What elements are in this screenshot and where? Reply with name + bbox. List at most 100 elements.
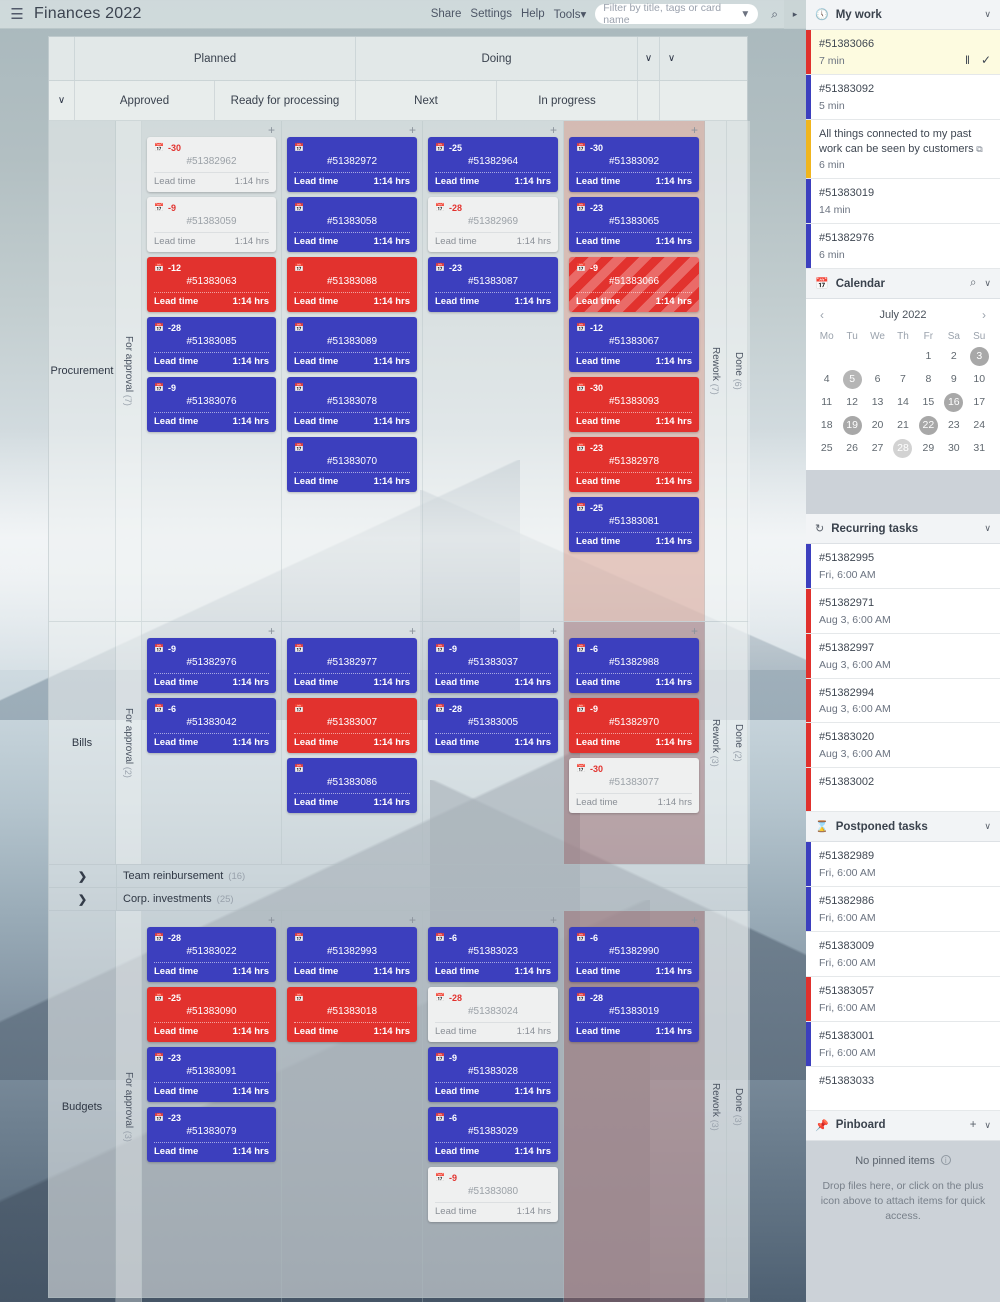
board-card[interactable]: 📅 -23 #51383065 Lead time 1:14 hrs [569,197,699,252]
list-item[interactable]: #51383057 Fri, 6:00 AM [806,976,1000,1022]
board-card[interactable]: 📅 -9 #51382970 Lead time 1:14 hrs [569,698,699,753]
list-item[interactable]: #51383009 Fri, 6:00 AM [806,931,1000,977]
calendar-day[interactable]: 27 [865,437,890,460]
calendar-day[interactable]: 21 [890,414,915,437]
cell-in-progress[interactable]: + 📅 -6 #51382988 Lead time 1:14 hrs 📅 -9 #513829… [564,622,705,864]
group-header-rework-chevron[interactable]: ∨ [638,37,660,80]
cell-in-progress[interactable]: + 📅 -6 #51382990 Lead time 1:14 hrs 📅 -28 #51383… [564,911,705,1302]
board-card[interactable]: 📅 -25 #51382964 Lead time 1:14 hrs [428,137,558,192]
info-icon[interactable]: i [940,1154,951,1165]
list-item[interactable]: #51383092 5 min [806,74,1000,120]
collapsed-column-done[interactable]: Done (6) [727,121,750,621]
check-icon[interactable]: ✓ [981,53,991,67]
board-card[interactable]: 📅 -6 #51382990 Lead time 1:14 hrs [569,927,699,982]
settings-link[interactable]: Settings [470,8,512,20]
cell-ready-for-processing[interactable]: + 📅 #51382977 Lead time 1:14 hrs 📅 #51383007 Le… [282,622,423,864]
tools-menu[interactable]: Tools▾ [554,7,587,21]
pause-icon[interactable]: ‖ [965,53,970,67]
list-item[interactable]: #51382989 Fri, 6:00 AM [806,842,1000,888]
calendar-day[interactable]: 22 [916,414,941,437]
board-card[interactable]: 📅 -23 #51382978 Lead time 1:14 hrs [569,437,699,492]
calendar-day[interactable]: 16 [941,391,966,414]
expand-panel-button[interactable]: ▸ [784,0,806,29]
board-card[interactable]: 📅 -28 #51383022 Lead time 1:14 hrs [147,927,276,982]
board-card[interactable]: 📅 -12 #51383067 Lead time 1:14 hrs [569,317,699,372]
calendar-next-button[interactable]: › [982,308,986,322]
list-item[interactable]: All things connected to my past work can… [806,119,1000,180]
add-card-button[interactable]: + [268,624,275,638]
board-card[interactable]: 📅 -28 #51382969 Lead time 1:14 hrs [428,197,558,252]
list-item[interactable]: #51383066 7 min ‖ ✓ [806,30,1000,75]
calendar-day[interactable]: 29 [916,437,941,460]
board-card[interactable]: 📅 -9 #51383080 Lead time 1:14 hrs [428,1167,558,1222]
calendar-day[interactable]: 23 [941,414,966,437]
calendar-day[interactable]: 6 [865,368,890,391]
list-item[interactable]: #51382971 Aug 3, 6:00 AM [806,588,1000,634]
board-card[interactable]: 📅 #51383058 Lead time 1:14 hrs [287,197,417,252]
board-card[interactable]: 📅 #51383088 Lead time 1:14 hrs [287,257,417,312]
board-card[interactable]: 📅 #51383070 Lead time 1:14 hrs [287,437,417,492]
board-card[interactable]: 📅 #51383089 Lead time 1:14 hrs [287,317,417,372]
help-link[interactable]: Help [521,8,545,20]
calendar-day[interactable]: 20 [865,414,890,437]
add-card-button[interactable]: + [268,913,275,927]
calendar-day[interactable]: 24 [967,414,992,437]
collapsed-column-done[interactable]: Done (3) [727,911,750,1302]
add-card-button[interactable]: + [409,624,416,638]
add-card-button[interactable]: + [550,123,557,137]
list-item[interactable]: #51382986 Fri, 6:00 AM [806,887,1000,932]
share-link[interactable]: Share [431,8,462,20]
calendar-day[interactable]: 19 [839,414,864,437]
board-card[interactable]: 📅 #51382972 Lead time 1:14 hrs [287,137,417,192]
board-card[interactable]: 📅 #51383018 Lead time 1:14 hrs [287,987,417,1042]
chevron-down-icon[interactable]: ∨ [984,1120,991,1131]
add-card-button[interactable]: + [691,123,698,137]
board-card[interactable]: 📅 -9 #51383066 Lead time 1:14 hrs [569,257,699,312]
list-item[interactable]: #51382997 Aug 3, 6:00 AM [806,633,1000,679]
board-card[interactable]: 📅 -23 #51383087 Lead time 1:14 hrs [428,257,558,312]
search-icon[interactable]: ⌕ [767,7,782,22]
recurring-tasks-header[interactable]: ↻ Recurring tasks ∨ [806,514,1000,545]
calendar-day[interactable]: 3 [967,345,992,368]
board-card[interactable]: 📅 -23 #51383079 Lead time 1:14 hrs [147,1107,276,1162]
list-item[interactable]: #51383001 Fri, 6:00 AM [806,1021,1000,1067]
add-card-button[interactable]: + [691,913,698,927]
board-card[interactable]: 📅 -9 #51383037 Lead time 1:14 hrs [428,638,558,693]
expand-swimlane-icon[interactable]: ❯ [49,870,116,883]
board-card[interactable]: 📅 -28 #51383019 Lead time 1:14 hrs [569,987,699,1042]
calendar-search-icon[interactable]: ⌕ [970,277,976,290]
board-card[interactable]: 📅 -9 #51383059 Lead time 1:14 hrs [147,197,276,252]
calendar-day[interactable]: 30 [941,437,966,460]
pinboard-add-button[interactable]: + [970,1119,977,1131]
board-card[interactable]: 📅 -25 #51383081 Lead time 1:14 hrs [569,497,699,552]
cell-approved[interactable]: + 📅 -30 #51382962 Lead time 1:14 hrs 📅 -9 #51383… [142,121,282,621]
chevron-down-icon[interactable]: ∨ [984,821,991,832]
my-work-header[interactable]: 🕔 My work ∨ [806,0,1000,30]
postponed-tasks-header[interactable]: ⌛ Postponed tasks ∨ [806,812,1000,843]
board-card[interactable]: 📅 -28 #51383085 Lead time 1:14 hrs [147,317,276,372]
calendar-day[interactable]: 10 [967,368,992,391]
calendar-day[interactable]: 25 [814,437,839,460]
calendar-day[interactable]: 31 [967,437,992,460]
add-card-button[interactable]: + [691,624,698,638]
board-card[interactable]: 📅 -9 #51382976 Lead time 1:14 hrs [147,638,276,693]
chevron-down-icon[interactable]: ∨ [984,9,991,20]
board-card[interactable]: 📅 -25 #51383090 Lead time 1:14 hrs [147,987,276,1042]
list-item[interactable]: #51383002 [806,768,1000,813]
calendar-day[interactable]: 26 [839,437,864,460]
collapsed-column-rework[interactable]: Rework (7) [705,121,727,621]
board-card[interactable]: 📅 -6 #51383042 Lead time 1:14 hrs [147,698,276,753]
collapsed-column-rework[interactable]: Rework (3) [705,622,727,864]
calendar-day[interactable]: 11 [814,391,839,414]
board-card[interactable]: 📅 #51382977 Lead time 1:14 hrs [287,638,417,693]
cell-ready-for-processing[interactable]: + 📅 #51382993 Lead time 1:14 hrs 📅 #51383018 Le… [282,911,423,1302]
board-card[interactable]: 📅 -28 #51383005 Lead time 1:14 hrs [428,698,558,753]
cell-in-progress[interactable]: + 📅 -30 #51383092 Lead time 1:14 hrs 📅 -23 #5138… [564,121,705,621]
expand-swimlane-icon[interactable]: ❯ [49,893,116,906]
calendar-day[interactable]: 18 [814,414,839,437]
add-card-button[interactable]: + [268,123,275,137]
add-card-button[interactable]: + [550,624,557,638]
calendar-day[interactable]: 5 [839,368,864,391]
funnel-icon[interactable]: ▼ [740,9,750,20]
calendar-day[interactable]: 9 [941,368,966,391]
